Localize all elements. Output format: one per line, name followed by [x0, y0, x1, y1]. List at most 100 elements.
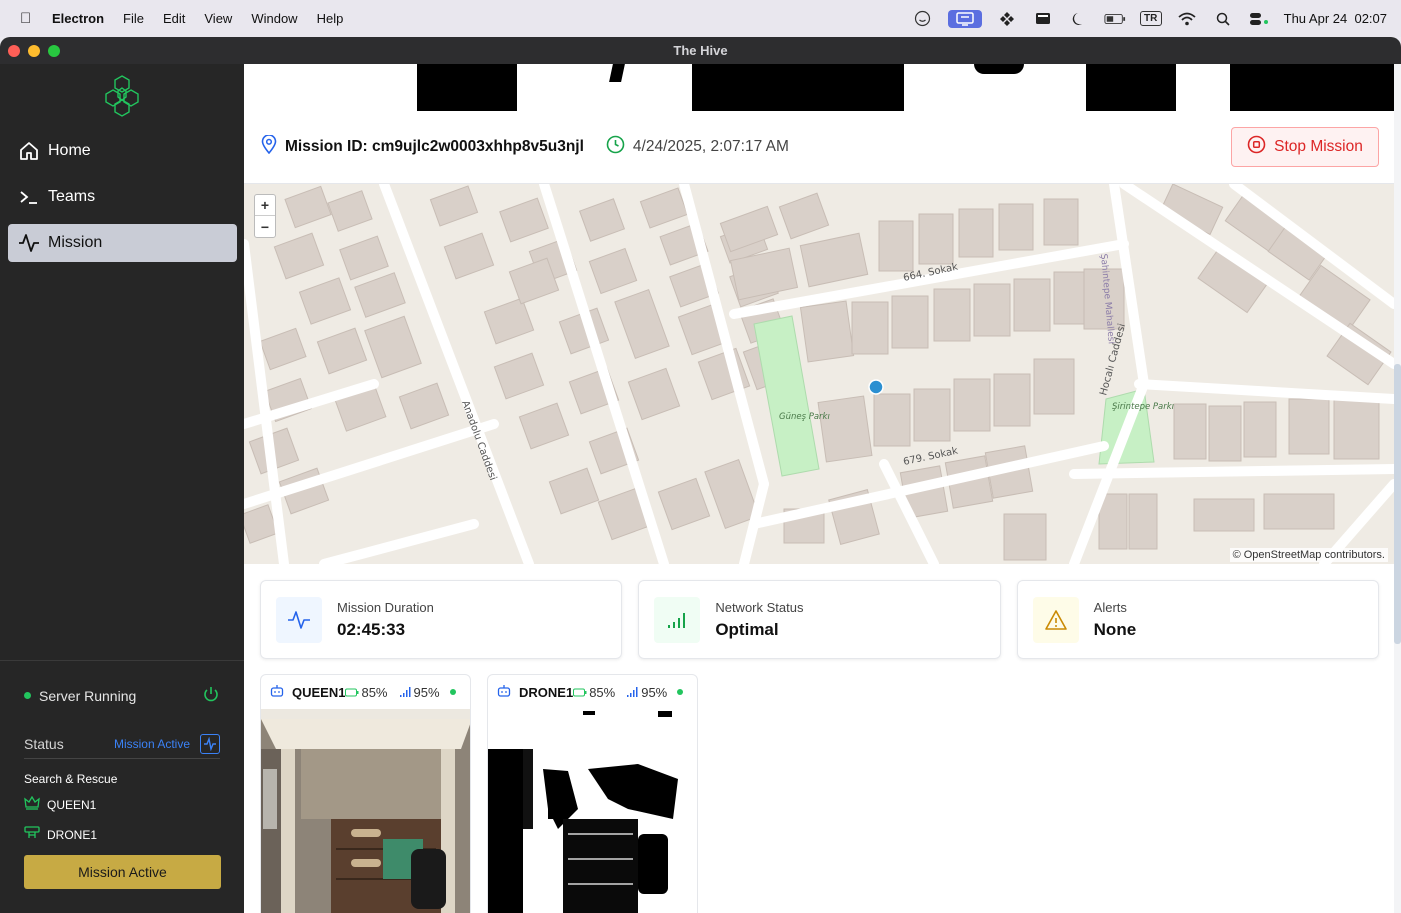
- smiley-icon[interactable]: [912, 10, 934, 28]
- zoom-in-button[interactable]: +: [255, 195, 275, 216]
- menu-edit[interactable]: Edit: [163, 11, 185, 26]
- wifi-icon[interactable]: [1176, 10, 1198, 28]
- status-label: Status: [24, 735, 64, 752]
- home-icon: [18, 140, 40, 162]
- status-activity-icon[interactable]: [200, 733, 220, 754]
- system-menu-bar:  Electron File Edit View Window Help TR: [0, 0, 1401, 37]
- main-scrollbar[interactable]: [1394, 64, 1401, 913]
- moon-icon[interactable]: [1068, 10, 1090, 28]
- unit-name: QUEEN1: [47, 797, 97, 812]
- menu-window[interactable]: Window: [251, 11, 297, 26]
- map-tiles: 664. Sokak 679. Sokak Anadolu Caddesi Ho…: [244, 184, 1394, 564]
- feed-unit-name: DRONE1: [519, 684, 574, 700]
- mission-name: Search & Rescue: [24, 772, 118, 786]
- input-source-indicator[interactable]: TR: [1139, 11, 1162, 26]
- stop-mission-button[interactable]: Stop Mission: [1231, 127, 1379, 167]
- feed-battery: 85%: [589, 684, 616, 700]
- server-status-label: Server Running: [39, 687, 137, 704]
- menu-file[interactable]: File: [123, 11, 144, 26]
- menubar-clock[interactable]: Thu Apr 24 02:07: [1284, 11, 1387, 26]
- warning-icon: [1032, 596, 1079, 643]
- status-value: Mission Active: [113, 736, 190, 751]
- feed-signal: 95%: [413, 684, 440, 700]
- sidebar-item-mission[interactable]: Mission: [8, 224, 237, 262]
- camera-feed-image: [261, 709, 470, 913]
- signal-icon: [399, 685, 412, 700]
- stat-value: 02:45:33: [337, 619, 406, 639]
- map-attribution[interactable]: © OpenStreetMap contributors.: [1229, 548, 1388, 562]
- stop-circle-icon: [1247, 135, 1266, 159]
- map-label-park2: Şirintepe Parkı: [1112, 402, 1174, 412]
- main-content: Mission ID: cm9ujlc2w0003xhhp8v5u3njl 4/…: [244, 64, 1401, 913]
- feed-signal: 95%: [641, 684, 668, 700]
- feed-card-queen1[interactable]: QUEEN1 85% 95%: [260, 674, 471, 913]
- feed-battery: 85%: [361, 684, 388, 700]
- window-titlebar: The Hive: [0, 37, 1401, 64]
- battery-icon: [345, 685, 359, 700]
- mission-timestamp: 4/24/2025, 2:07:17 AM: [632, 138, 789, 155]
- feed-card-drone1[interactable]: DRONE1 85% 95%: [487, 674, 698, 913]
- map-label-park1: Güneş Parkı: [779, 412, 830, 422]
- scrollbar-thumb[interactable]: [1394, 364, 1401, 644]
- bot-icon: [497, 684, 511, 700]
- location-pin-icon: [261, 134, 277, 159]
- stat-label: Mission Duration: [337, 599, 434, 615]
- sidebar-item-label: Mission: [48, 234, 103, 251]
- app-window: The Hive Home Teams Mission Server Runni…: [0, 37, 1401, 913]
- drone-location-marker[interactable]: [868, 379, 884, 395]
- window-title: The Hive: [673, 43, 728, 58]
- stat-card-mission-duration: Mission Duration 02:45:33: [260, 580, 623, 659]
- unit-item-drone1[interactable]: DRONE1: [24, 826, 97, 843]
- sidebar: Home Teams Mission Server Running Status…: [0, 64, 244, 913]
- spotlight-search-icon[interactable]: [1212, 10, 1234, 28]
- battery-icon[interactable]: [1104, 10, 1126, 28]
- stat-value: None: [1093, 619, 1137, 639]
- stat-card-alerts: Alerts None: [1016, 580, 1379, 659]
- camera-feed-image: [488, 709, 697, 913]
- menu-view[interactable]: View: [204, 11, 232, 26]
- screen-share-icon[interactable]: [947, 9, 982, 28]
- mission-id: Mission ID: cm9ujlc2w0003xhhp8v5u3njl: [285, 138, 584, 155]
- mission-map[interactable]: 664. Sokak 679. Sokak Anadolu Caddesi Ho…: [244, 184, 1394, 564]
- sidebar-item-label: Teams: [48, 188, 96, 205]
- server-status: Server Running: [24, 685, 220, 706]
- move-icon[interactable]: [996, 10, 1018, 28]
- crown-icon: [24, 795, 40, 813]
- status-row: Status Mission Active: [24, 729, 220, 759]
- clock-icon: [606, 135, 625, 159]
- previous-camera-feed-strip: [244, 64, 1394, 111]
- menu-app-name[interactable]: Electron: [52, 11, 104, 26]
- unit-name: DRONE1: [47, 827, 98, 842]
- signal-icon: [627, 685, 639, 700]
- stat-value: Optimal: [715, 619, 779, 639]
- stop-mission-label: Stop Mission: [1274, 138, 1363, 155]
- control-center-icon[interactable]: [1248, 10, 1270, 28]
- hive-logo-icon: [100, 74, 144, 123]
- feed-live-dot: [677, 689, 684, 695]
- unit-item-queen1[interactable]: QUEEN1: [24, 795, 97, 813]
- feed-header: DRONE1 85% 95%: [488, 675, 697, 709]
- activity-icon: [276, 596, 322, 643]
- server-status-dot: [24, 692, 31, 699]
- mission-header: Mission ID: cm9ujlc2w0003xhhp8v5u3njl 4/…: [244, 111, 1394, 184]
- bot-icon: [270, 684, 284, 700]
- card-icon[interactable]: [1032, 10, 1054, 28]
- feed-live-dot: [449, 689, 456, 695]
- menu-help[interactable]: Help: [317, 11, 344, 26]
- camera-feeds: QUEEN1 85% 95% DRONE1 85% 95%: [260, 674, 698, 913]
- stat-card-network-status: Network Status Optimal: [638, 580, 1001, 659]
- drone-icon: [24, 826, 40, 843]
- activity-icon: [18, 232, 40, 254]
- battery-icon: [573, 685, 587, 700]
- terminal-icon: [18, 186, 40, 208]
- sidebar-status-panel: Server Running Status Mission Active Sea…: [0, 660, 244, 913]
- mission-active-button[interactable]: Mission Active: [24, 855, 221, 889]
- sidebar-item-teams[interactable]: Teams: [8, 178, 237, 216]
- sidebar-item-label: Home: [48, 142, 91, 159]
- signal-icon: [654, 596, 701, 643]
- power-icon[interactable]: [202, 685, 220, 706]
- zoom-out-button[interactable]: −: [255, 216, 275, 237]
- sidebar-item-home[interactable]: Home: [8, 132, 237, 170]
- apple-icon[interactable]: : [20, 10, 34, 27]
- stats-cards: Mission Duration 02:45:33 Network Status…: [260, 580, 1379, 659]
